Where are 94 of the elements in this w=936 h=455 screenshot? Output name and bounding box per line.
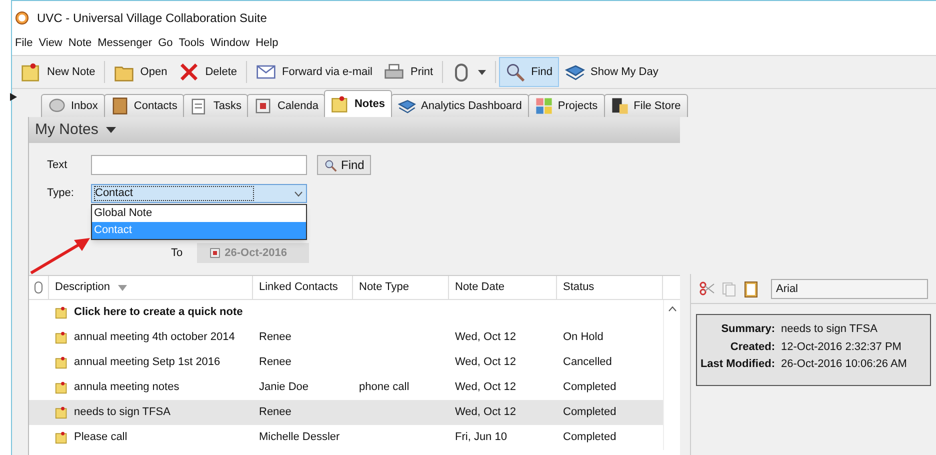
field-label: Type: [47,186,75,202]
view-title[interactable]: My Notes [35,118,98,142]
dropdown-option[interactable]: Global Note [92,205,306,222]
dropdown-caret-icon[interactable] [106,127,116,133]
table-cell-text: annual meeting 4th october 2014 [74,330,235,346]
column-header[interactable]: Description [55,279,110,296]
window-title: UVC - Universal Village Collaboration Suite [37,10,267,26]
table-cell-text: On Hold [563,330,604,346]
table-cell-text: Renee [259,330,292,346]
sticky-note-icon [55,306,68,319]
type-dropdown[interactable]: Contact [91,184,307,203]
toolbar-button[interactable]: Delete [173,57,244,87]
search-icon [324,158,337,172]
toolbar-button[interactable]: Forward via e-mail [250,57,378,87]
field-value: needs to sign TFSA [781,322,878,337]
menu-item[interactable]: Tools [178,34,204,52]
table-cell-text: phone call [359,380,410,396]
table-row[interactable]: Click here to create a quick note [29,300,663,325]
table-cell-text: annual meeting Setp 1st 2016 [74,355,220,370]
files-icon [610,97,629,115]
table-cell-text: Michelle Dessler [259,430,340,446]
table-cell-text: Wed, Oct 12 [455,330,516,346]
sticky-note-icon [331,95,350,113]
tab[interactable]: Contacts [104,94,184,117]
table-cell-text: Fri, Jun 10 [455,430,507,446]
text-input-field[interactable] [91,155,307,175]
table-cell-text: Wed, Oct 12 [455,380,516,396]
tab[interactable]: Notes [324,90,392,117]
table-row[interactable]: annula meeting notes Janie Doe phone call Wed, Oct 12 Completed [29,375,663,400]
toolbar-button[interactable]: Print [378,57,440,87]
sort-arrow-icon [118,284,128,290]
field-label: To [171,246,183,261]
table-cell-text: Completed [563,380,616,396]
table-cell-text: Janie Doe [259,380,309,396]
tab[interactable]: Projects [528,94,605,117]
table-cell-text: Completed [563,405,616,420]
menu-item[interactable]: Messenger [98,34,152,52]
app-logo-icon [15,10,29,24]
menu-item[interactable]: Note [68,34,92,52]
menu-item[interactable]: Window [210,34,250,52]
tab[interactable]: Inbox [41,94,105,117]
table-cell-text: Wed, Oct 12 [455,405,516,420]
table-cell-text: Please call [74,430,128,446]
tab[interactable]: Calenda [247,94,326,117]
scissors-icon[interactable] [699,280,715,296]
toolbar-button[interactable]: New Note [15,57,102,87]
sticky-note-icon [55,406,68,419]
table-cell-text: annula meeting notes [74,380,180,396]
table-cell-text: Cancelled [563,355,612,370]
field-label: Text [47,158,68,173]
table-cell-text: Wed, Oct 12 [455,355,516,370]
clipboard-icon[interactable] [743,280,759,298]
menu-item[interactable]: View [38,34,62,52]
menu-item[interactable]: Go [158,34,173,52]
toolbar-button[interactable]: Open [108,57,174,87]
font-dropdown[interactable]: Arial [771,278,928,298]
table-row[interactable]: needs to sign TFSA Renee Wed, Oct 12 Completed [29,400,663,425]
column-header[interactable]: Note Date [455,279,505,296]
cross-icon [179,62,200,82]
menu-item[interactable]: Help [256,34,278,52]
field-label: Summary: [720,322,775,337]
tab[interactable]: Tasks [183,94,248,117]
expand-arrow-icon[interactable] [10,93,17,101]
menu-item[interactable]: File [15,34,33,52]
tab[interactable]: Analytics Dashboard [391,94,529,117]
column-header[interactable]: Note Type [359,279,409,296]
find-button[interactable]: Find [317,155,372,175]
table-row[interactable]: annual meeting 4th october 2014 Renee Wed, Oct 12 On Hold [29,325,663,350]
sticky-note-icon [55,431,68,444]
field-label: Created: [729,340,775,354]
table-row[interactable]: Please call Michelle Dessler Fri, Jun 10 Completed [29,425,663,450]
chevron-icon [294,190,303,196]
field-value: 26-Oct-2016 10:06:26 AM [781,357,908,372]
table-cell-text: needs to sign TFSA [74,405,170,420]
field-label: Last Modified: [699,357,775,372]
sticky-note-icon [55,331,68,344]
caret-icon [478,70,486,74]
table-cell-text: Renee [259,355,292,370]
scroll-up-icon[interactable] [668,306,676,312]
tab[interactable]: File Store [604,94,688,117]
column-header[interactable]: Status [563,279,594,296]
search-icon [505,62,526,82]
annotation-arrow [28,236,92,276]
sticky-note-icon [55,356,68,369]
sticky-note-icon [21,62,41,82]
field-value: 12-Oct-2016 2:32:37 PM [781,340,902,354]
table-row[interactable]: annual meeting Setp 1st 2016 Renee Wed, Oct 12 Cancelled [29,350,663,375]
toolbar-button[interactable]: Show My Day [558,57,664,87]
sticky-note-icon [55,381,68,394]
table-cell-text: Renee [259,405,292,420]
quick-note-link[interactable]: Click here to create a quick note [74,304,243,321]
toolbar-button[interactable]: Find [499,57,559,87]
column-header[interactable]: Linked Contacts [259,279,338,296]
table-cell-text: Completed [563,430,616,446]
